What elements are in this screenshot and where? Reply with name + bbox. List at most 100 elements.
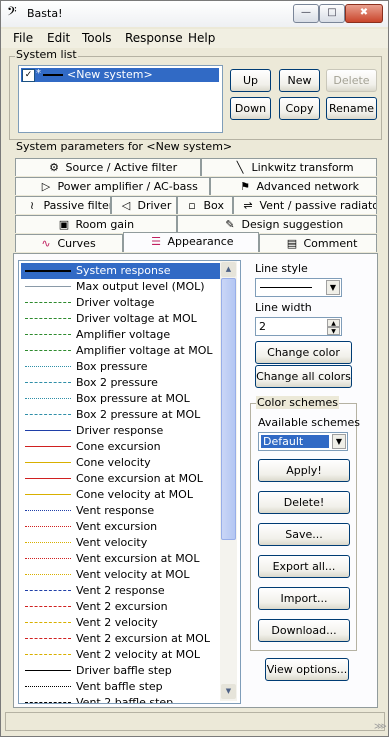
menu-edit[interactable]: Edit — [47, 31, 70, 45]
rename-button[interactable]: Rename — [326, 97, 377, 120]
delete-scheme-button[interactable]: Delete! — [258, 491, 350, 514]
curve-row[interactable]: Vent response — [21, 503, 221, 519]
curve-line-swatch — [25, 510, 71, 511]
tab-linkwitz-transform[interactable]: ╲ Linkwitz transform — [201, 158, 377, 176]
curve-label: Vent velocity at MOL — [76, 568, 190, 581]
curve-row[interactable]: Vent velocity — [21, 535, 221, 551]
tab-advanced-network[interactable]: ⚑ Advanced network — [210, 177, 377, 195]
line-style-select[interactable]: ▼ — [255, 278, 342, 297]
curve-row[interactable]: Cone excursion at MOL — [21, 471, 221, 487]
menu-file[interactable]: File — [13, 31, 33, 45]
curve-row[interactable]: Vent 2 excursion at MOL — [21, 631, 221, 647]
delete-system-button[interactable]: Delete — [326, 69, 377, 92]
title-bar[interactable]: 𝄢 Basta! — □ ✖ — [1, 1, 388, 27]
spin-up-icon[interactable]: ▲ — [327, 319, 340, 327]
vent-icon: ⇌ — [243, 199, 253, 212]
curve-row[interactable]: Cone excursion — [21, 439, 221, 455]
menu-response[interactable]: Response — [125, 31, 183, 45]
curve-line-swatch — [25, 686, 71, 687]
menu-bar: File Edit Tools Response Help — [1, 29, 388, 48]
available-schemes-select[interactable]: Default ▼ — [258, 432, 348, 451]
curve-row[interactable]: Driver baffle step — [21, 663, 221, 679]
menu-help[interactable]: Help — [188, 31, 215, 45]
apply-scheme-button[interactable]: Apply! — [258, 459, 350, 482]
change-color-button[interactable]: Change color — [255, 341, 352, 364]
system-visible-checkbox[interactable]: ✓ — [22, 69, 35, 82]
curve-row[interactable]: Driver voltage — [21, 295, 221, 311]
curve-row[interactable]: System response — [21, 263, 221, 279]
curve-row[interactable]: Driver response — [21, 423, 221, 439]
chevron-down-icon[interactable]: ▼ — [332, 434, 346, 449]
curve-row[interactable]: Max output level (MOL) — [21, 279, 221, 295]
curve-row[interactable]: Box pressure — [21, 359, 221, 375]
curve-row[interactable]: Vent 2 velocity at MOL — [21, 647, 221, 663]
curve-line-swatch — [25, 446, 71, 447]
tab-design-suggestion[interactable]: ✎ Design suggestion — [177, 215, 377, 233]
save-scheme-button[interactable]: Save... — [258, 523, 350, 546]
curve-label: Driver voltage — [76, 296, 155, 309]
tab-appearance[interactable]: ☰ Appearance — [123, 232, 259, 252]
curve-row[interactable]: Box pressure at MOL — [21, 391, 221, 407]
curve-row[interactable]: Vent velocity at MOL — [21, 567, 221, 583]
minimize-button[interactable]: — — [293, 4, 319, 23]
tab-comment[interactable]: ▤ Comment — [259, 234, 377, 252]
tab-room-gain[interactable]: ▣ Room gain — [15, 215, 177, 233]
tab-curves[interactable]: ∿ Curves — [15, 234, 123, 252]
menu-tools[interactable]: Tools — [82, 31, 112, 45]
down-button[interactable]: Down — [230, 97, 271, 120]
tab-label: Advanced network — [256, 180, 360, 193]
curve-row[interactable]: Vent 2 baffle step — [21, 695, 221, 703]
size-grip-icon[interactable]: ⋙ — [374, 722, 387, 732]
tab-box[interactable]: ▫ Box — [177, 196, 233, 214]
tab-source-active-filter[interactable]: ⚙ Source / Active filter — [15, 158, 201, 176]
curve-label: Box pressure at MOL — [76, 392, 190, 405]
curve-row[interactable]: Vent baffle step — [21, 679, 221, 695]
curve-row[interactable]: Vent 2 excursion — [21, 599, 221, 615]
new-button[interactable]: New — [279, 69, 320, 92]
line-width-spinner[interactable]: 2 ▲ ▼ — [255, 317, 342, 336]
tab-label: Passive filter — [43, 199, 111, 212]
curve-row[interactable]: Cone velocity — [21, 455, 221, 471]
curve-label: Cone velocity — [76, 456, 151, 469]
system-list[interactable]: ✓ * <New system> — [18, 65, 223, 133]
curve-row[interactable]: Cone velocity at MOL — [21, 487, 221, 503]
curve-row[interactable]: Vent 2 velocity — [21, 615, 221, 631]
tab-driver[interactable]: ◁ Driver — [111, 196, 177, 214]
curve-line-swatch — [25, 382, 71, 383]
close-button[interactable]: ✖ — [345, 4, 383, 23]
curve-row[interactable]: Driver voltage at MOL — [21, 311, 221, 327]
curve-line-swatch — [25, 606, 71, 607]
line-width-value[interactable]: 2 — [259, 320, 266, 333]
box-icon: ▫ — [188, 199, 196, 212]
up-button[interactable]: Up — [230, 69, 271, 92]
curve-row[interactable]: Vent excursion — [21, 519, 221, 535]
curve-label: Vent excursion — [76, 520, 158, 533]
view-options-button[interactable]: View options... — [265, 658, 349, 681]
scroll-thumb[interactable] — [221, 278, 236, 540]
curve-label: Max output level (MOL) — [76, 280, 205, 293]
copy-button[interactable]: Copy — [279, 97, 320, 120]
tab-passive-filter[interactable]: ≀ Passive filter — [15, 196, 111, 214]
import-button[interactable]: Import... — [258, 587, 350, 610]
curve-row[interactable]: Box 2 pressure at MOL — [21, 407, 221, 423]
curve-list[interactable]: System response Max output level (MOL) Dri… — [18, 260, 241, 704]
curve-row[interactable]: Vent excursion at MOL — [21, 551, 221, 567]
change-all-colors-button[interactable]: Change all colors — [255, 365, 352, 388]
tab-vent-passive-radiator[interactable]: ⇌ Vent / passive radiator — [233, 196, 377, 214]
curve-label: Driver response — [76, 424, 164, 437]
download-button[interactable]: Download... — [258, 619, 350, 642]
maximize-button[interactable]: □ — [319, 4, 345, 23]
tab-power-amplifier[interactable]: ▷ Power amplifier / AC-bass — [15, 177, 210, 195]
curve-list-scrollbar[interactable]: ▲ ▼ — [220, 261, 237, 701]
curve-row[interactable]: Vent 2 response — [21, 583, 221, 599]
curve-label: Vent 2 velocity at MOL — [76, 648, 201, 661]
curve-row[interactable]: Box 2 pressure — [21, 375, 221, 391]
export-all-button[interactable]: Export all... — [258, 555, 350, 578]
curve-row[interactable]: Amplifier voltage at MOL — [21, 343, 221, 359]
scroll-up-arrow-icon[interactable]: ▲ — [221, 262, 236, 277]
scroll-down-arrow-icon[interactable]: ▼ — [221, 684, 236, 699]
system-list-item[interactable]: ✓ * <New system> — [21, 68, 219, 82]
chevron-down-icon[interactable]: ▼ — [326, 280, 340, 295]
spin-down-icon[interactable]: ▼ — [327, 327, 340, 335]
curve-row[interactable]: Amplifier voltage — [21, 327, 221, 343]
